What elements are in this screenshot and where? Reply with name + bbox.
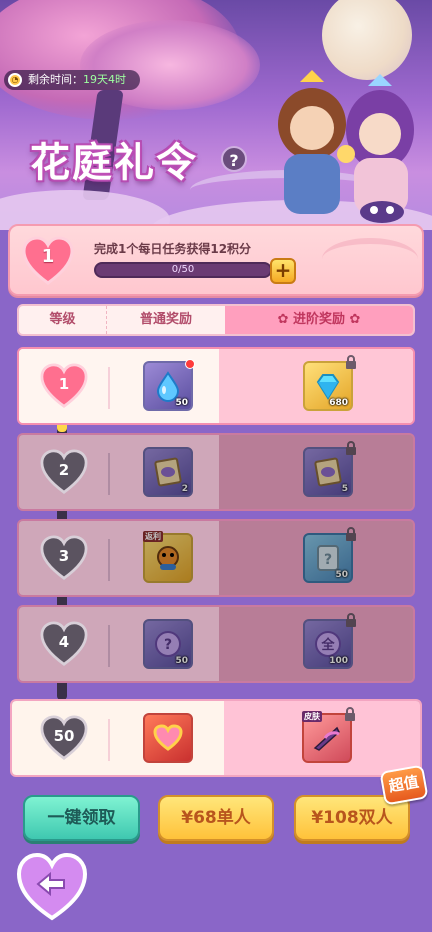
level-heart: 3 [39, 535, 89, 581]
level-heart: 2 [39, 449, 89, 495]
progress-card: 1 完成1个每日任务获得12积分 0/50 + [8, 224, 424, 296]
reward-row: 4 ? 50 全 100 [17, 605, 415, 683]
level-number: 1 [58, 375, 70, 393]
reward-quantity: 50 [335, 570, 348, 580]
points-progress-bar: 0/50 [94, 262, 272, 278]
advanced-reward-item[interactable]: ? 50 [303, 527, 356, 583]
lock-icon [346, 527, 356, 541]
level-number: 2 [58, 461, 70, 479]
tiger-pet-icon [157, 546, 179, 570]
level-number: 4 [58, 633, 70, 651]
reward-quantity: 2 [181, 484, 188, 494]
timer-value: 19天4时 [83, 73, 126, 86]
tab-advanced-reward: ✿ 进阶奖励 ✿ [225, 306, 413, 334]
tab-level: 等级 [19, 306, 107, 334]
value-badge: 超值 [379, 764, 429, 806]
normal-reward-item[interactable]: 50 [143, 359, 195, 411]
lock-icon [346, 355, 356, 369]
remaining-time: ◔ 剩余时间：19天4时 [4, 70, 140, 90]
level-number: 3 [58, 547, 70, 565]
reward-row: 1 50 680 [17, 347, 415, 425]
level-heart: 4 [39, 621, 89, 667]
progress-text: 0/50 [171, 264, 195, 275]
current-level: 1 [41, 246, 55, 267]
scroll-icon [314, 457, 342, 487]
svg-text:?: ? [324, 552, 332, 568]
normal-reward-item[interactable]: 2 [143, 447, 193, 497]
task-description: 完成1个每日任务获得12积分 [94, 242, 252, 256]
bridge-decoration [322, 238, 418, 280]
all-orb-glyph: 全 [320, 637, 335, 653]
level-heart: 1 [39, 363, 89, 409]
header-banner [0, 0, 432, 230]
level-heart: 50 [39, 715, 89, 761]
reward-column-headers: 等级 普通奖励 ✿ 进阶奖励 ✿ [17, 304, 415, 336]
lock-icon [345, 707, 355, 721]
buy-single-button[interactable]: ¥68单人 [158, 795, 274, 841]
claim-all-button[interactable]: 一键领取 [23, 795, 140, 841]
current-level-heart: 1 [22, 236, 74, 286]
reward-row: 3 返利 ? 50 [17, 519, 415, 597]
normal-reward-item[interactable] [143, 713, 193, 763]
reward-quantity: 680 [329, 398, 348, 408]
back-button[interactable] [16, 852, 88, 922]
advanced-reward-item[interactable]: 全 100 [303, 613, 356, 669]
final-reward-row: 50 皮肤 [10, 699, 422, 777]
svg-text:?: ? [164, 637, 172, 653]
bird-mascot [360, 201, 404, 223]
reward-quantity: 5 [341, 484, 348, 494]
reward-quantity: 100 [329, 656, 348, 666]
normal-reward-item[interactable]: ? 50 [143, 619, 193, 669]
skin-tag: 皮肤 [302, 711, 322, 722]
advanced-reward-item[interactable]: 5 [303, 441, 356, 497]
timer-label: 剩余时间： [28, 73, 83, 86]
scroll-icon [154, 457, 182, 487]
clock-icon: ◔ [8, 73, 22, 87]
tab-normal-reward: 普通奖励 [139, 312, 192, 327]
advanced-reward-item[interactable]: 皮肤 [302, 707, 355, 763]
normal-reward-item[interactable]: 返利 [143, 531, 193, 583]
advanced-reward-item[interactable]: 680 [303, 355, 356, 411]
reward-quantity: 50 [175, 656, 188, 666]
help-button[interactable]: ? [221, 146, 247, 172]
lock-icon [346, 613, 356, 627]
buy-level-button[interactable]: + [270, 258, 296, 284]
lock-icon [346, 441, 356, 455]
heart-charm-icon [153, 724, 183, 751]
reward-row: 2 2 5 [17, 433, 415, 511]
rebate-tag: 返利 [143, 531, 163, 542]
event-title: 花庭礼令 [30, 139, 198, 186]
reward-quantity: 50 [175, 398, 188, 408]
notification-dot [185, 359, 195, 369]
couple-characters [278, 70, 414, 214]
weapon-skin-icon [313, 726, 340, 751]
level-number: 50 [53, 727, 75, 745]
tab-advanced-label: 进阶奖励 [292, 312, 345, 327]
